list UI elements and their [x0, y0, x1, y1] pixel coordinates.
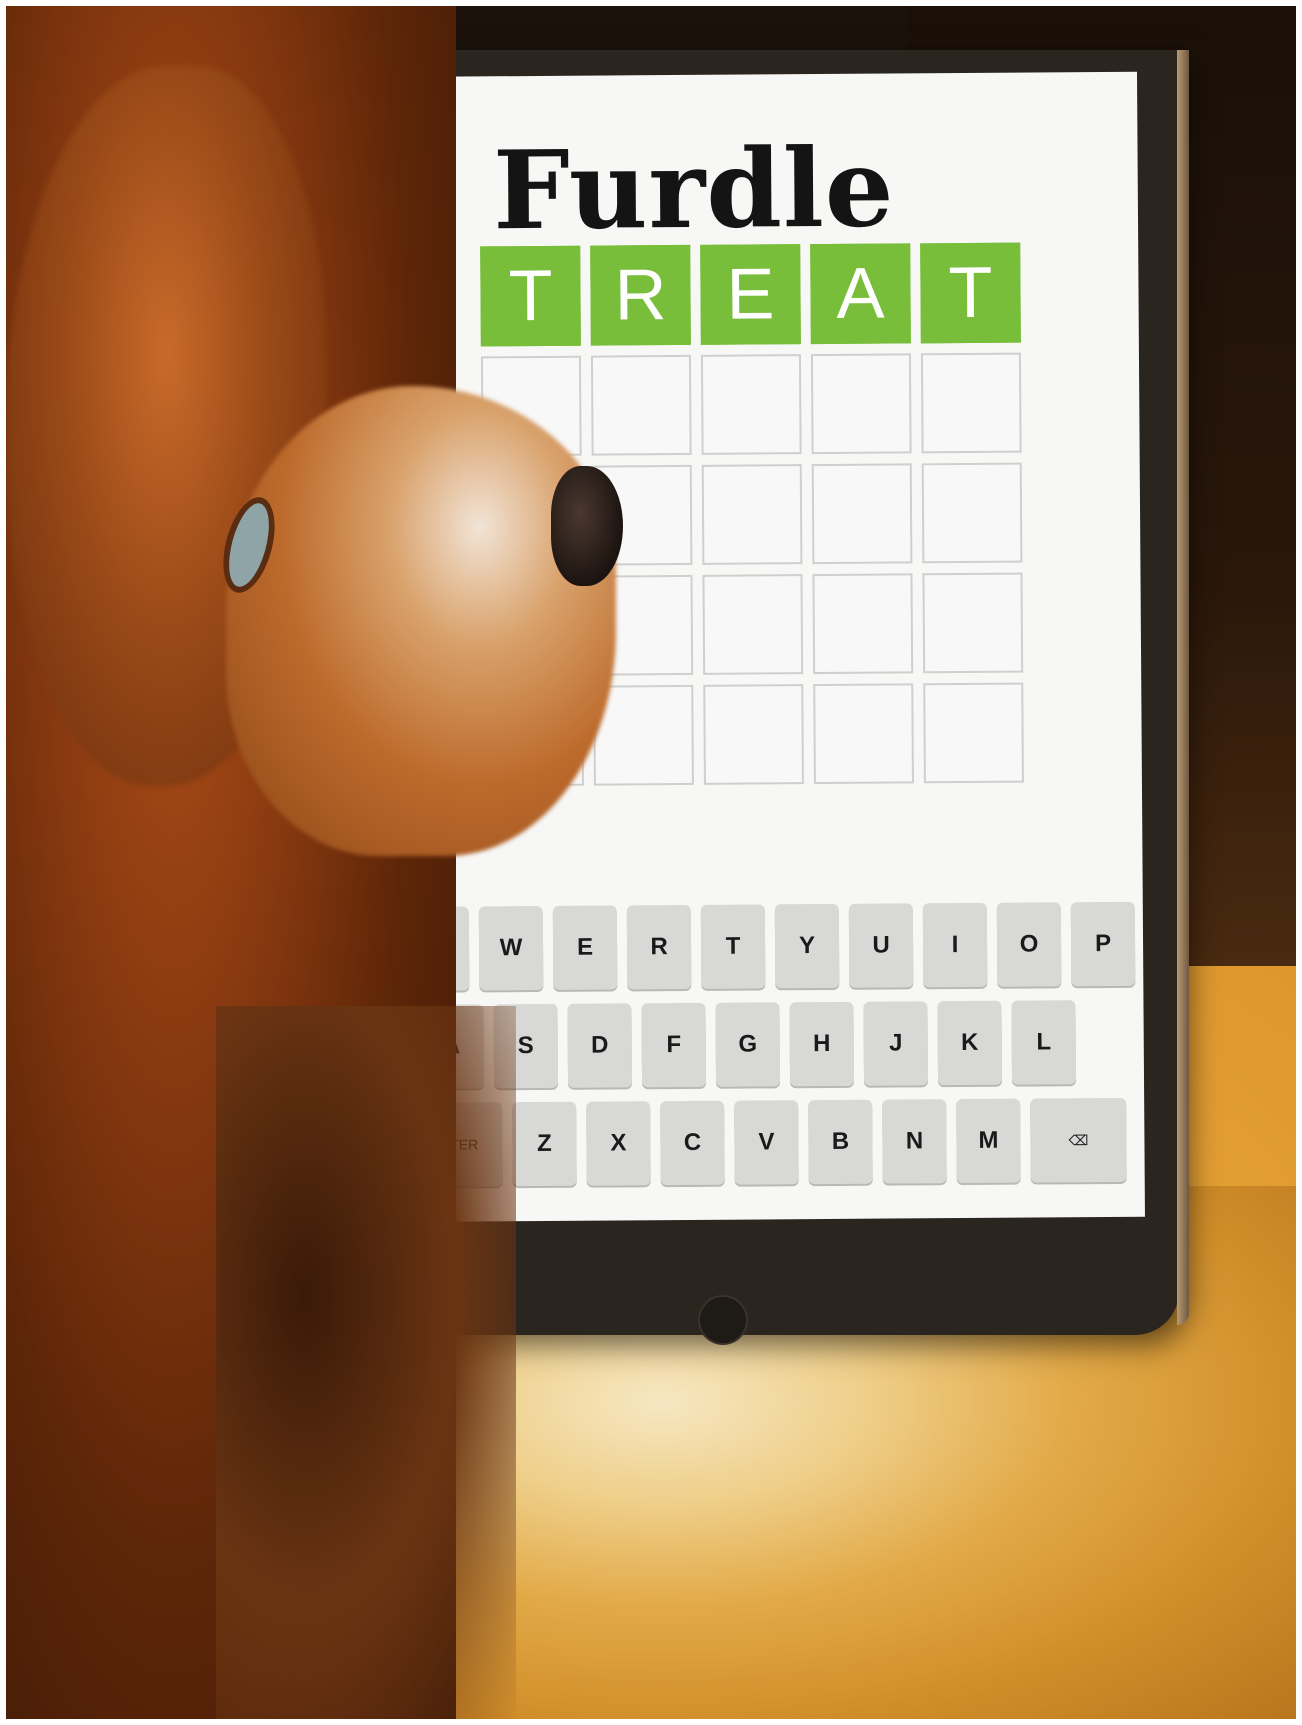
board-tile	[701, 464, 803, 565]
board-tile	[813, 683, 914, 785]
key-n[interactable]: N	[882, 1099, 947, 1184]
key-t[interactable]: T	[700, 904, 766, 989]
dog-head	[226, 386, 616, 856]
key-h[interactable]: H	[789, 1001, 855, 1087]
dog-nose	[551, 466, 623, 586]
key-i[interactable]: I	[922, 902, 988, 988]
board-tile	[810, 353, 912, 455]
board-tile	[921, 462, 1023, 564]
key-b[interactable]: B	[808, 1099, 873, 1185]
board-tile	[811, 463, 913, 565]
key-y[interactable]: Y	[774, 903, 840, 989]
backspace-key[interactable]: ⌫	[1030, 1097, 1127, 1183]
board-tile: T	[920, 242, 1021, 344]
key-k[interactable]: K	[937, 1000, 1003, 1086]
key-l[interactable]: L	[1011, 1000, 1077, 1085]
key-p[interactable]: P	[1070, 901, 1136, 987]
home-button[interactable]	[698, 1295, 748, 1345]
board-tile	[700, 354, 802, 455]
board-tile	[923, 682, 1024, 784]
key-o[interactable]: O	[996, 902, 1062, 987]
key-u[interactable]: U	[848, 903, 914, 988]
photo: Furdle TREAT QWERTYUIOP ASDFGHJKL ENTERZ…	[6, 6, 1296, 1719]
key-j[interactable]: J	[863, 1001, 929, 1086]
key-g[interactable]: G	[715, 1002, 781, 1087]
key-m[interactable]: M	[956, 1098, 1021, 1184]
key-v[interactable]: V	[734, 1100, 799, 1185]
board-tile	[703, 684, 804, 785]
tablet-edge	[1177, 50, 1189, 1325]
board-tile	[702, 574, 804, 675]
dog-fur	[216, 1006, 516, 1719]
board-tile	[922, 572, 1024, 674]
board-tile: E	[700, 244, 801, 345]
board-tile	[812, 573, 914, 675]
dog	[6, 6, 686, 1719]
board-tile	[920, 352, 1022, 454]
board-tile: A	[810, 243, 911, 345]
